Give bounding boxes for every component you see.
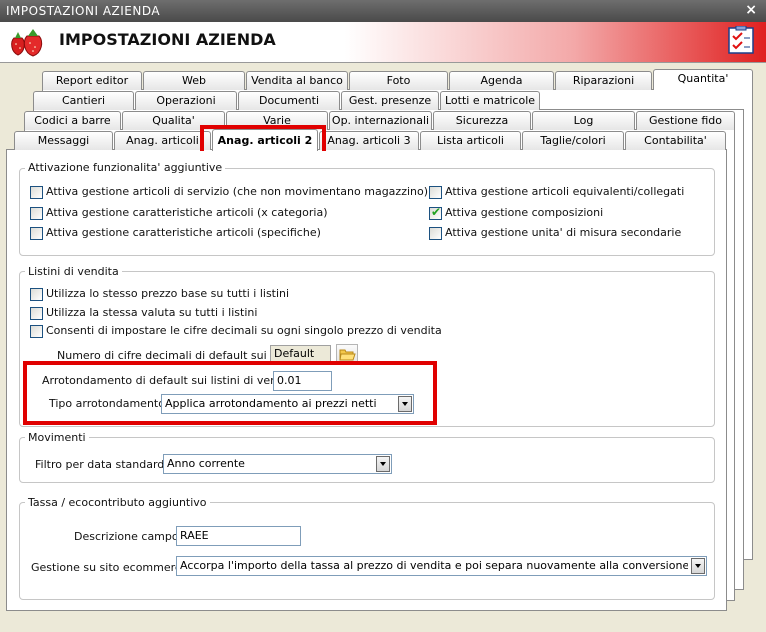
- tab-foto[interactable]: Foto: [349, 71, 448, 90]
- tab-op-internazionali[interactable]: Op. internazionali: [329, 111, 432, 130]
- tab-anag-articoli-3[interactable]: Anag. articoli 3: [319, 131, 419, 150]
- checkmark-icon: ✔: [431, 205, 442, 219]
- label-unita-misura-secondarie: Attiva gestione unita' di misura seconda…: [445, 226, 682, 239]
- tassa-group: [19, 502, 715, 600]
- checkbox-stessa-valuta[interactable]: [30, 307, 43, 320]
- tab-operazioni[interactable]: Operazioni: [135, 91, 237, 110]
- label-composizioni: Attiva gestione composizioni: [445, 206, 604, 219]
- checklist-icon[interactable]: [728, 26, 754, 54]
- gestione-ecommerce-select[interactable]: Accorpa l'importo della tassa al prezzo …: [176, 556, 707, 576]
- checkbox-caratteristiche-specifiche[interactable]: [30, 227, 43, 240]
- settings-window: IMPOSTAZIONI AZIENDA × IMPOSTAZIONI AZIE…: [0, 0, 766, 632]
- tab-taglie-colori[interactable]: Taglie/colori: [522, 131, 624, 150]
- arrotondamento-highlight: [23, 361, 437, 425]
- label-cifre-decimali-prezzo: Consenti di impostare le cifre decimali …: [46, 324, 442, 337]
- tab-log[interactable]: Log: [532, 111, 635, 130]
- checkbox-composizioni[interactable]: ✔: [429, 205, 442, 220]
- descrizione-campo-field[interactable]: RAEE: [176, 526, 301, 546]
- tab-messaggi[interactable]: Messaggi: [14, 131, 113, 150]
- label-articoli-servizio: Attiva gestione articoli di servizio (ch…: [46, 185, 429, 198]
- attivazione-group-title: Attivazione funzionalita' aggiuntive: [25, 161, 226, 174]
- label-gestione-ecommerce: Gestione su sito ecommerce :: [31, 561, 195, 574]
- label-descrizione-campo: Descrizione campo :: [74, 530, 186, 543]
- close-button[interactable]: ×: [745, 2, 757, 18]
- tab-contabilita[interactable]: Contabilita': [625, 131, 726, 150]
- label-stesso-prezzo-base: Utilizza lo stesso prezzo base su tutti …: [46, 287, 290, 300]
- filtro-data-value: Anno corrente: [167, 457, 245, 470]
- tab-report-editor[interactable]: Report editor: [42, 71, 142, 90]
- checkbox-cifre-decimali-prezzo[interactable]: [30, 325, 43, 338]
- header-banner: IMPOSTAZIONI AZIENDA: [0, 22, 766, 63]
- label-caratteristiche-categoria: Attiva gestione caratteristiche articoli…: [46, 206, 328, 219]
- tassa-group-title: Tassa / ecocontributo aggiuntivo: [25, 496, 210, 509]
- tab-gest-presenze[interactable]: Gest. presenze: [341, 91, 439, 110]
- tab-gestione-fido[interactable]: Gestione fido: [636, 111, 735, 130]
- tab-lista-articoli[interactable]: Lista articoli: [420, 131, 521, 150]
- tab-agenda[interactable]: Agenda: [449, 71, 554, 90]
- chevron-down-icon[interactable]: [376, 456, 390, 472]
- movimenti-group-title: Movimenti: [25, 431, 89, 444]
- tab-vendita-al-banco[interactable]: Vendita al banco: [246, 71, 348, 90]
- tab-lotti-e-matricole[interactable]: Lotti e matricole: [440, 91, 540, 110]
- tab-anag-articoli[interactable]: Anag. articoli: [114, 131, 211, 150]
- checkbox-caratteristiche-categoria[interactable]: [30, 207, 43, 220]
- chevron-down-icon[interactable]: [691, 558, 705, 574]
- label-caratteristiche-specifiche: Attiva gestione caratteristiche articoli…: [46, 226, 321, 239]
- checkbox-articoli-servizio[interactable]: [30, 186, 43, 199]
- tab-quantita[interactable]: Quantita': [653, 69, 753, 90]
- strawberry-icon: [11, 29, 43, 57]
- tab-riparazioni[interactable]: Riparazioni: [555, 71, 652, 90]
- page-title: IMPOSTAZIONI AZIENDA: [59, 30, 276, 49]
- checkbox-articoli-equivalenti[interactable]: [429, 186, 442, 199]
- tab-web[interactable]: Web: [143, 71, 245, 90]
- label-stessa-valuta: Utilizza la stessa valuta su tutti i lis…: [46, 306, 258, 319]
- label-filtro-data: Filtro per data standard :: [35, 458, 172, 471]
- gestione-ecommerce-value: Accorpa l'importo della tassa al prezzo …: [180, 559, 688, 572]
- listini-group-title: Listini di vendita: [25, 265, 122, 278]
- filtro-data-select[interactable]: Anno corrente: [163, 454, 392, 474]
- window-title: IMPOSTAZIONI AZIENDA: [6, 4, 161, 18]
- checkbox-unita-misura-secondarie[interactable]: [429, 227, 442, 240]
- tab-codici-a-barre[interactable]: Codici a barre: [24, 111, 121, 130]
- tab-documenti[interactable]: Documenti: [238, 91, 340, 110]
- tab-sicurezza[interactable]: Sicurezza: [433, 111, 531, 130]
- label-articoli-equivalenti: Attiva gestione articoli equivalenti/col…: [445, 185, 685, 198]
- tab-cantieri[interactable]: Cantieri: [33, 91, 134, 110]
- title-bar: IMPOSTAZIONI AZIENDA ×: [0, 0, 766, 22]
- checkbox-stesso-prezzo-base[interactable]: [30, 288, 43, 301]
